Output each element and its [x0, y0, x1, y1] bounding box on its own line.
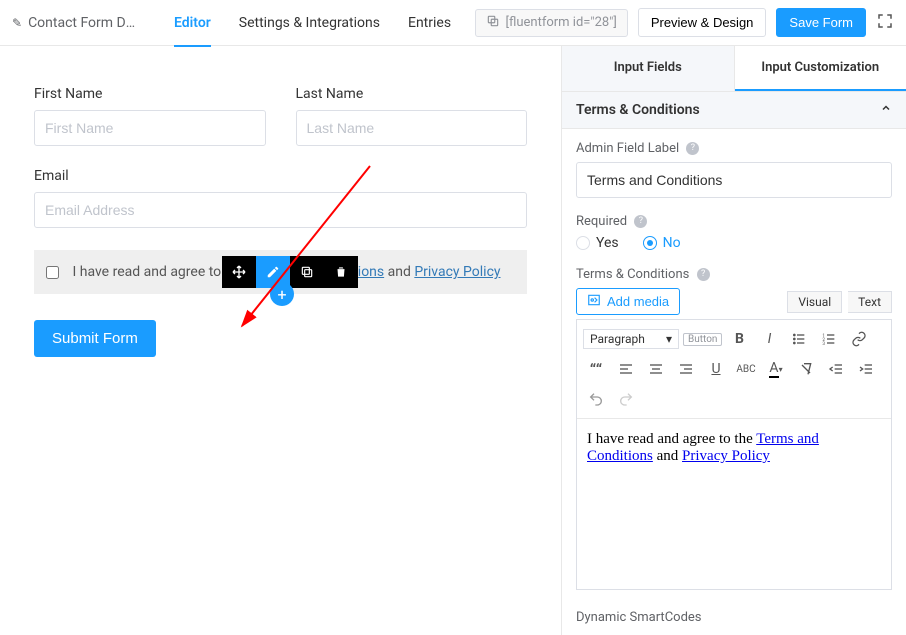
chevron-down-icon: ▾	[666, 332, 672, 346]
top-bar: ✎ Contact Form De... Editor Settings & I…	[0, 0, 906, 46]
shortcode-text: [fluentform id="28"]	[506, 15, 617, 30]
number-list-icon[interactable]: 123	[816, 327, 842, 351]
panel-header[interactable]: Terms & Conditions	[562, 92, 906, 129]
align-center-icon[interactable]	[643, 357, 669, 381]
redo-icon[interactable]	[613, 387, 639, 411]
tab-entries[interactable]: Entries	[408, 0, 451, 46]
privacy-link[interactable]: Privacy Policy	[414, 264, 500, 280]
right-sidebar: Input Fields Input Customization Terms &…	[561, 46, 906, 635]
editor-tab-text[interactable]: Text	[848, 291, 892, 313]
field-action-toolbar	[222, 256, 358, 288]
email-input[interactable]	[34, 192, 527, 228]
help-icon[interactable]: ?	[634, 215, 647, 228]
tnc-editor-label: Terms & Conditions ?	[576, 267, 892, 282]
indent-icon[interactable]	[853, 357, 879, 381]
form-title: Contact Form De...	[28, 15, 138, 31]
editor-privacy-link[interactable]: Privacy Policy	[682, 448, 770, 464]
add-field-button[interactable]: +	[270, 282, 294, 306]
tab-settings[interactable]: Settings & Integrations	[239, 0, 380, 46]
duplicate-icon[interactable]	[290, 256, 324, 288]
sidebar-tabs: Input Fields Input Customization	[562, 46, 906, 92]
fullscreen-icon[interactable]	[876, 12, 894, 34]
quote-icon[interactable]: ““	[583, 357, 609, 381]
undo-icon[interactable]	[583, 387, 609, 411]
editor-tab-visual[interactable]: Visual	[787, 291, 842, 313]
clear-format-icon[interactable]	[793, 357, 819, 381]
tab-editor[interactable]: Editor	[174, 0, 211, 46]
tab-input-fields[interactable]: Input Fields	[562, 46, 735, 91]
terms-field-block[interactable]: I have read and agree to the Terms and C…	[34, 250, 527, 294]
tab-input-customization[interactable]: Input Customization	[735, 46, 906, 91]
admin-field-input[interactable]	[576, 162, 892, 198]
link-icon[interactable]	[846, 327, 872, 351]
form-canvas: First Name Last Name Email I have read a…	[0, 46, 561, 635]
last-name-input[interactable]	[296, 110, 528, 146]
media-icon	[587, 293, 601, 310]
edit-icon: ✎	[12, 16, 22, 30]
underline-icon[interactable]: U	[703, 357, 729, 381]
email-label: Email	[34, 168, 527, 184]
required-no-radio[interactable]: No	[643, 235, 681, 251]
copy-icon	[486, 14, 500, 32]
format-dropdown[interactable]: Paragraph ▾	[583, 329, 679, 349]
align-left-icon[interactable]	[613, 357, 639, 381]
wysiwyg-editor: Paragraph ▾ Button B I 123 ““	[576, 319, 892, 590]
radio-dot-icon	[576, 236, 590, 250]
italic-icon[interactable]: I	[756, 327, 782, 351]
svg-text:3: 3	[823, 341, 826, 347]
required-label: Required ?	[576, 214, 892, 229]
align-right-icon[interactable]	[673, 357, 699, 381]
admin-field-label: Admin Field Label ?	[576, 141, 892, 156]
required-yes-radio[interactable]: Yes	[576, 235, 619, 251]
strike-icon[interactable]: ABC	[733, 357, 759, 381]
preview-button[interactable]: Preview & Design	[638, 8, 767, 37]
last-name-label: Last Name	[296, 86, 528, 102]
first-name-label: First Name	[34, 86, 266, 102]
editor-toolbar: Paragraph ▾ Button B I 123 ““	[577, 320, 891, 419]
form-title-area[interactable]: ✎ Contact Form De...	[12, 15, 152, 31]
delete-icon[interactable]	[324, 256, 358, 288]
main-tabs: Editor Settings & Integrations Entries	[174, 0, 451, 46]
topbar-right: [fluentform id="28"] Preview & Design Sa…	[475, 8, 895, 37]
chevron-up-icon	[880, 102, 892, 118]
outdent-icon[interactable]	[823, 357, 849, 381]
button-format-pill[interactable]: Button	[683, 333, 722, 346]
add-media-button[interactable]: Add media	[576, 288, 680, 315]
dynamic-smartcodes-label: Dynamic SmartCodes	[562, 608, 906, 631]
help-icon[interactable]: ?	[686, 142, 699, 155]
panel-title: Terms & Conditions	[576, 102, 700, 118]
shortcode-box[interactable]: [fluentform id="28"]	[475, 9, 628, 37]
radio-dot-icon	[643, 236, 657, 250]
text-color-icon[interactable]: A ▾	[763, 357, 789, 381]
first-name-input[interactable]	[34, 110, 266, 146]
move-icon[interactable]	[222, 256, 256, 288]
help-icon[interactable]: ?	[697, 268, 710, 281]
submit-button[interactable]: Submit Form	[34, 320, 156, 357]
save-button[interactable]: Save Form	[776, 8, 866, 37]
editor-content[interactable]: I have read and agree to the Terms and C…	[577, 419, 891, 589]
terms-checkbox[interactable]	[46, 266, 59, 279]
bold-icon[interactable]: B	[726, 327, 752, 351]
bullet-list-icon[interactable]	[786, 327, 812, 351]
